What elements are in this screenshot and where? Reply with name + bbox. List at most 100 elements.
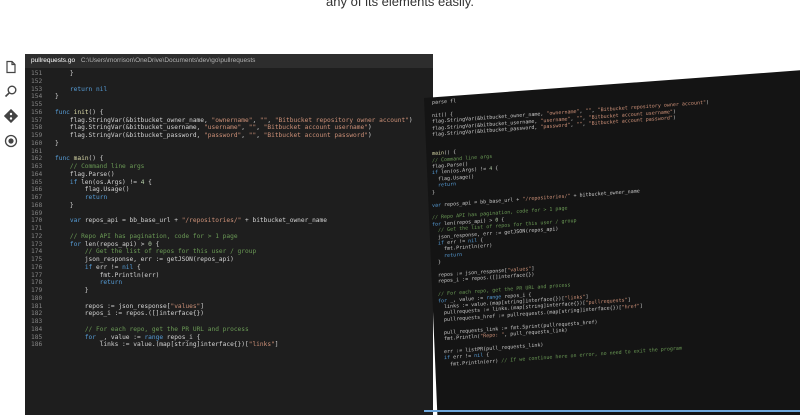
line-content: for len(repos_api) > 0 {: [69, 240, 160, 248]
line-content: flag.StringVar(&bitbucket_password, "pas…: [55, 132, 372, 139]
line-content: for _, value := range repos_i {: [84, 333, 201, 341]
code-line: 170 var repos_api = bb_base_url + "/repo…: [25, 217, 433, 225]
line-number: 154: [31, 93, 43, 101]
line-content: links := value.(map[string]interface{})[…: [55, 341, 279, 349]
code-line: 186 links := value.(map[string]interface…: [25, 341, 433, 349]
line-content: }: [55, 287, 89, 294]
code-line: 176 if err != nil {: [25, 264, 433, 272]
code-line: 173 for len(repos_api) > 0 {: [25, 241, 433, 249]
line-content: return nil: [69, 85, 108, 93]
tab-file-name: pullrequests.go: [31, 57, 76, 64]
code-line: 171: [25, 225, 433, 233]
code-line: 180: [25, 295, 433, 303]
line-number: 167: [31, 194, 43, 201]
line-number: 182: [31, 310, 43, 318]
code-line: 151 }: [25, 70, 433, 78]
code-line: 168 }: [25, 202, 433, 210]
line-number: 166: [31, 186, 43, 194]
code-line: 181 repos := json_response["values"]: [25, 303, 433, 311]
line-number: 170: [31, 217, 43, 225]
code-line: 164 flag.Parse(): [25, 171, 433, 179]
line-content: }: [55, 139, 59, 147]
code-line: 175 json_response, err := getJSON(repos_…: [25, 256, 433, 264]
line-number: 158: [31, 124, 43, 132]
line-number: 156: [31, 108, 43, 116]
code-line: 174 // Get the list of repos for this us…: [25, 248, 433, 256]
line-content: repos_i := repos.([]interface{}): [55, 310, 205, 318]
code-line: 155: [25, 101, 433, 109]
tab-file-path: C:\Users\morrison\OneDrive\Documents\dev…: [80, 57, 256, 64]
line-number: 174: [31, 248, 43, 256]
search-icon[interactable]: [4, 84, 18, 98]
line-number: 159: [31, 132, 43, 139]
code-line: 158 flag.StringVar(&bitbucket_username, …: [25, 124, 433, 132]
code-line: 163 // Command line args: [25, 163, 433, 171]
line-content: return: [84, 194, 108, 201]
line-content: if len(os.Args) != 4 {: [69, 178, 152, 186]
line-content: if err != nil {: [84, 263, 141, 271]
code-line: 154}: [25, 93, 433, 101]
code-line: 156 func init() {: [25, 109, 433, 117]
line-number: 186: [31, 341, 43, 349]
debug-icon[interactable]: [4, 134, 18, 148]
code-line: 172 // Repo API has pagination, code for…: [25, 233, 433, 241]
code-line: 162 func main() {: [25, 155, 433, 163]
activity-bar: [0, 54, 22, 415]
files-icon[interactable]: [4, 60, 18, 74]
line-content: json_response, err := getJSON(repos_api): [55, 256, 234, 263]
line-number: 163: [31, 163, 43, 170]
line-content: func init() {: [55, 108, 104, 116]
perspective-code-preview: parse fl nit() {flag.StringVar(&bitbucke…: [424, 70, 800, 415]
line-number: 180: [31, 294, 43, 302]
line-content: }: [55, 201, 74, 209]
line-number: 178: [31, 279, 43, 287]
code-area[interactable]: 151 } 152 153 return nil 154} 155 156 func ini…: [25, 68, 433, 349]
line-content: var repos_api = bb_base_url + "/reposito…: [69, 217, 327, 225]
line-content: // Command line args: [69, 163, 145, 170]
line-content: // Repo API has pagination, code for > 1…: [69, 232, 238, 240]
code-line: 157 flag.StringVar(&bitbucket_owner_name…: [25, 117, 433, 125]
line-number: 175: [31, 256, 43, 263]
line-content: // Get the list of repos for this user /…: [84, 248, 257, 256]
line-content: // For each repo, get the PR URL and pro…: [84, 325, 249, 333]
line-content: flag.StringVar(&bitbucket_owner_name, "o…: [55, 116, 413, 124]
line-number: 153: [31, 85, 43, 93]
perspective-panel: parse fl nit() {flag.StringVar(&bitbucke…: [424, 70, 800, 415]
line-content: fmt.Println(err): [55, 271, 160, 279]
line-number: 162: [31, 155, 43, 163]
line-number: 164: [31, 170, 43, 178]
line-number: 172: [31, 232, 43, 240]
divider-line: [424, 410, 800, 412]
line-number: 160: [31, 139, 43, 147]
editor-tab[interactable]: pullrequests.go C:\Users\morrison\OneDri…: [25, 54, 433, 68]
line-number: 165: [31, 178, 43, 186]
line-content: func main() {: [55, 155, 104, 163]
line-content: }: [55, 93, 59, 101]
code-line: 153 return nil: [25, 86, 433, 94]
line-number: 161: [31, 147, 43, 155]
source-control-icon[interactable]: [4, 109, 18, 123]
code-line: 185 for _, value := range repos_i {: [25, 334, 433, 342]
code-line: 184 // For each repo, get the PR URL and…: [25, 326, 433, 334]
code-line: 152: [25, 78, 433, 86]
code-line: 179 }: [25, 287, 433, 295]
code-line: 177 fmt.Println(err): [25, 272, 433, 280]
line-number: 181: [31, 302, 43, 310]
perspective-code: parse fl nit() {flag.StringVar(&bitbucke…: [432, 81, 709, 369]
line-number: 157: [31, 116, 43, 124]
code-line: 167 return: [25, 194, 433, 202]
line-number: 168: [31, 201, 43, 209]
line-content: flag.StringVar(&bitbucket_username, "use…: [55, 124, 372, 132]
line-number: 179: [31, 287, 43, 294]
line-number: 151: [31, 70, 43, 77]
code-line: 166 flag.Usage(): [25, 186, 433, 194]
line-number: 173: [31, 240, 43, 248]
code-line: 183: [25, 318, 433, 326]
line-number: 171: [31, 225, 43, 232]
line-content: return: [99, 279, 123, 287]
line-number: 176: [31, 263, 43, 271]
code-line: 159 flag.StringVar(&bitbucket_password, …: [25, 132, 433, 140]
line-number: 152: [31, 77, 43, 85]
line-number: 185: [31, 333, 43, 341]
line-number: 155: [31, 101, 43, 108]
